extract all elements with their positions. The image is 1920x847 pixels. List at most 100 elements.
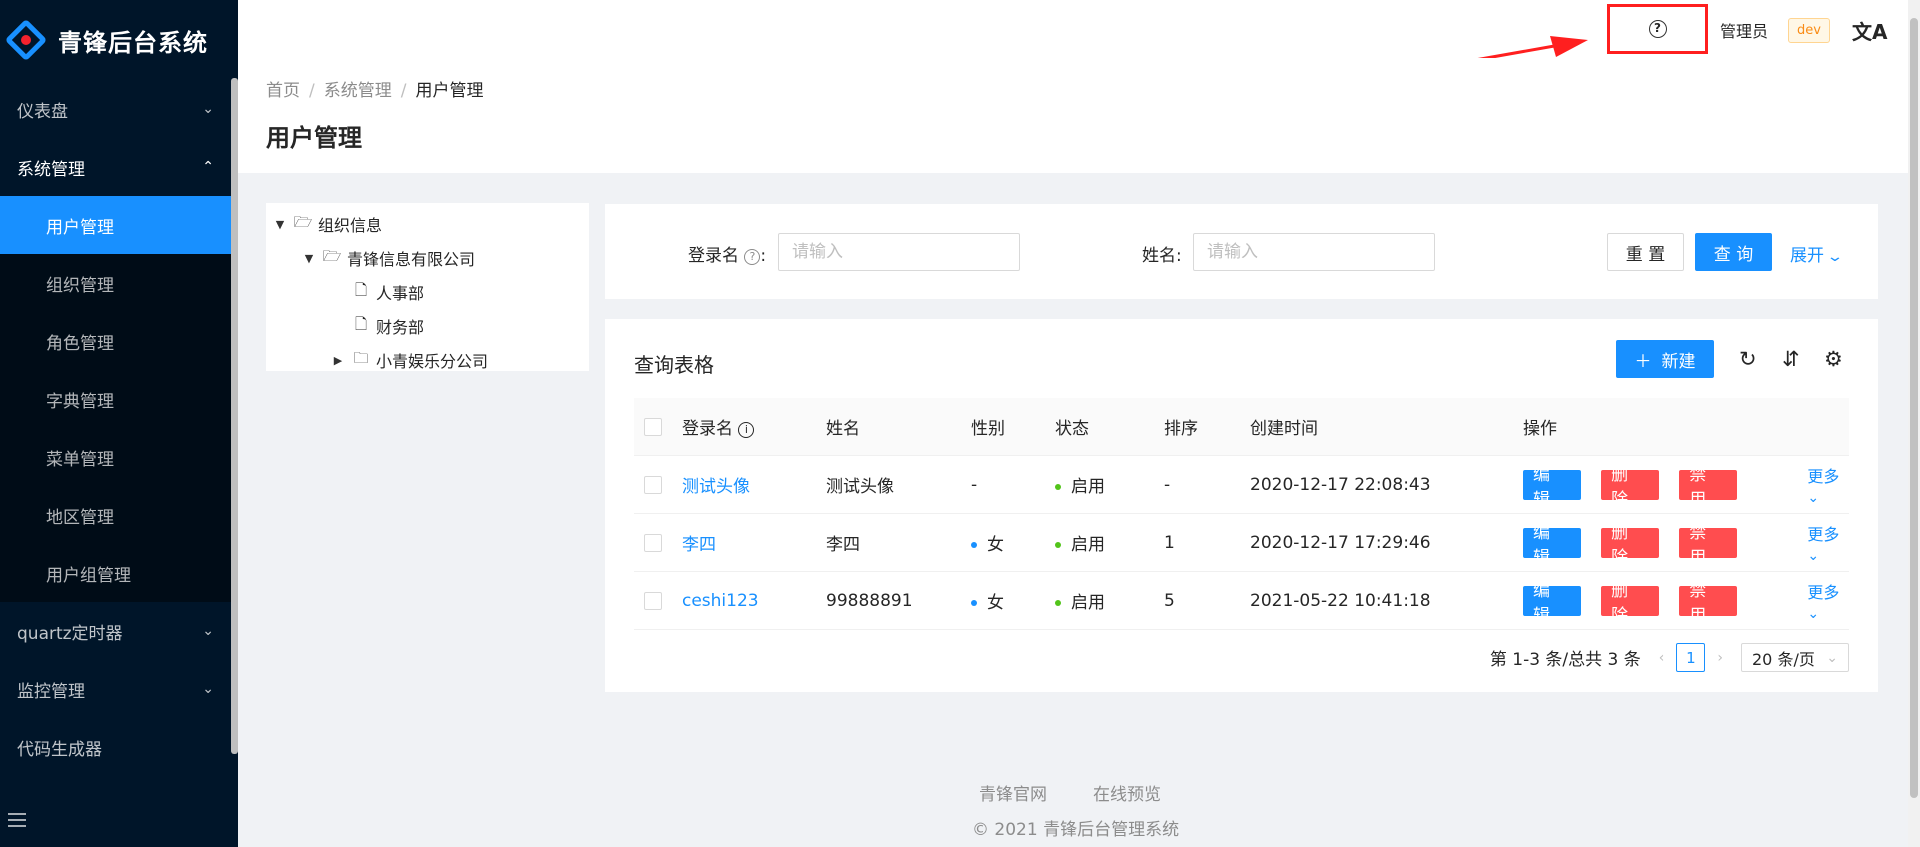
delete-button[interactable]: 删除	[1601, 523, 1660, 568]
logo[interactable]: 青锋后台系统	[0, 0, 238, 80]
row-name: 测试头像	[826, 477, 894, 497]
page-size-select[interactable]: 20 条/页 ⌄	[1741, 643, 1849, 672]
breadcrumb-current: 用户管理	[415, 81, 484, 101]
sidebar-item-roles[interactable]: 角色管理	[0, 312, 238, 370]
sidebar-item-regions[interactable]: 地区管理	[0, 486, 238, 544]
copyright: © 2021 青锋后台管理系统	[972, 820, 1180, 840]
row-login-link[interactable]: 李四	[682, 530, 826, 555]
sidebar-item-orgs[interactable]: 组织管理	[0, 254, 238, 312]
translate-icon[interactable]: 文A	[1852, 16, 1887, 45]
pagination-summary: 第 1-3 条/总共 3 条	[1489, 650, 1641, 670]
chevron-down-icon: ⌄	[202, 681, 214, 697]
row-status: 启用	[1055, 472, 1164, 497]
logo-icon	[4, 18, 48, 62]
row-login-link[interactable]: 测试头像	[682, 472, 826, 497]
edit-button[interactable]: 编辑	[1523, 465, 1582, 510]
folder-open-icon: 🗁	[322, 246, 342, 265]
footer-link-site[interactable]: 青锋官网	[979, 785, 1047, 805]
tree-node-branch[interactable]: ▶ 🗀 小青娱乐分公司	[266, 343, 589, 377]
disable-button[interactable]: 禁用	[1679, 581, 1738, 626]
row-login-link[interactable]: ceshi123	[682, 591, 826, 611]
help-button[interactable]: ?	[1607, 4, 1708, 54]
expand-link[interactable]: 展开 ⌄	[1790, 241, 1845, 266]
login-input[interactable]	[778, 233, 1020, 271]
row-time: 2020-12-17 17:29:46	[1250, 532, 1431, 553]
chevron-down-icon: ⌄	[1807, 490, 1820, 506]
sidebar-item-dicts[interactable]: 字典管理	[0, 370, 238, 428]
info-circle-icon[interactable]: i	[738, 422, 755, 438]
sidebar-item-usergroups[interactable]: 用户组管理	[0, 544, 238, 602]
row-name: 99888891	[826, 590, 913, 611]
delete-button[interactable]: 删除	[1601, 581, 1660, 626]
edit-button[interactable]: 编辑	[1523, 523, 1582, 568]
disable-button[interactable]: 禁用	[1679, 523, 1738, 568]
new-button[interactable]: ＋新建	[1616, 340, 1714, 378]
menu-collapse-icon[interactable]	[8, 813, 26, 829]
prev-page-icon[interactable]: ‹	[1659, 650, 1665, 666]
pagination: 第 1-3 条/总共 3 条 ‹ 1 › 20 条/页 ⌄	[1490, 643, 1849, 672]
row-gender: 女	[971, 588, 1055, 613]
tree-node-hr[interactable]: 🗋 人事部	[266, 275, 589, 309]
col-login: 登录名 i	[682, 414, 826, 439]
table-title: 查询表格	[634, 353, 714, 377]
sidebar-item-codegen[interactable]: 代码生成器	[0, 718, 238, 776]
caret-down-icon[interactable]: ▼	[268, 218, 292, 231]
more-dropdown[interactable]: 更多⌄	[1807, 521, 1849, 564]
page-header: 首页 / 系统管理 / 用户管理 用户管理	[238, 58, 1908, 173]
reload-icon[interactable]: ↻	[1739, 347, 1757, 371]
caret-down-icon[interactable]: ▼	[297, 252, 321, 265]
sidebar-item-label: 代码生成器	[17, 739, 102, 760]
select-all-checkbox[interactable]	[644, 417, 662, 436]
sidebar: 青锋后台系统 仪表盘 ⌄ 系统管理 ⌃ 用户管理 组织管理 角色管理 字典管理 …	[0, 0, 238, 847]
tree-node-root[interactable]: ▼ 🗁 组织信息	[266, 207, 589, 241]
page-number[interactable]: 1	[1676, 643, 1706, 672]
query-button[interactable]: 查 询	[1695, 233, 1772, 271]
row-checkbox[interactable]	[644, 591, 662, 610]
folder-open-icon: 🗁	[293, 212, 313, 231]
sidebar-item-system[interactable]: 系统管理 ⌃	[0, 138, 238, 196]
row-checkbox[interactable]	[644, 475, 662, 494]
disable-button[interactable]: 禁用	[1679, 465, 1738, 510]
page-scrollbar[interactable]	[1908, 0, 1920, 847]
setting-icon[interactable]: ⚙	[1824, 347, 1843, 371]
tree-node-finance[interactable]: 🗋 财务部	[266, 309, 589, 343]
col-time: 创建时间	[1250, 419, 1318, 439]
delete-button[interactable]: 删除	[1601, 465, 1660, 510]
row-ops: 编辑 删除 禁用 更多⌄	[1523, 521, 1849, 568]
chevron-down-icon: ⌄	[1826, 249, 1845, 265]
row-ops: 编辑 删除 禁用 更多⌄	[1523, 579, 1849, 626]
sidebar-item-monitor[interactable]: 监控管理 ⌄	[0, 660, 238, 718]
login-label: 登录名 ?:	[688, 246, 767, 266]
footer-link-preview[interactable]: 在线预览	[1093, 785, 1161, 805]
next-page-icon[interactable]: ›	[1717, 650, 1723, 666]
table-row: 李四 李四 女 启用 1 2020-12-17 17:29:46 编辑 删除 禁…	[634, 514, 1849, 572]
sidebar-item-users[interactable]: 用户管理	[0, 196, 238, 254]
more-dropdown[interactable]: 更多⌄	[1807, 463, 1849, 506]
tree-node-company[interactable]: ▼ 🗁 青锋信息有限公司	[266, 241, 589, 275]
sidebar-item-dashboard[interactable]: 仪表盘 ⌄	[0, 80, 238, 138]
table-header-row: 登录名 i 姓名 性别 状态 排序 创建时间 操作	[634, 398, 1849, 456]
gender-dot-icon	[971, 542, 977, 548]
chevron-down-icon: ⌄	[202, 623, 214, 639]
caret-right-icon[interactable]: ▶	[326, 354, 350, 367]
question-circle-icon[interactable]: ?	[744, 249, 761, 265]
user-table: 登录名 i 姓名 性别 状态 排序 创建时间 操作 测试头像 测试头像 - 启用…	[634, 398, 1849, 630]
sidebar-scrollbar[interactable]	[231, 78, 238, 754]
sidebar-item-menus[interactable]: 菜单管理	[0, 428, 238, 486]
search-form: 登录名 ?: 姓名: 重 置 查 询 展开 ⌄	[605, 204, 1878, 299]
col-name: 姓名	[826, 419, 860, 439]
reset-button[interactable]: 重 置	[1607, 233, 1684, 271]
edit-button[interactable]: 编辑	[1523, 581, 1582, 626]
more-dropdown[interactable]: 更多⌄	[1807, 579, 1849, 622]
col-order: 排序	[1164, 419, 1198, 439]
sidebar-item-quartz[interactable]: quartz定时器 ⌄	[0, 602, 238, 660]
name-input[interactable]	[1193, 233, 1435, 271]
table-row: ceshi123 99888891 女 启用 5 2021-05-22 10:4…	[634, 572, 1849, 630]
admin-username[interactable]: 管理员	[1720, 18, 1768, 42]
sidebar-item-label: 监控管理	[17, 681, 85, 702]
density-icon[interactable]: ⇵	[1782, 347, 1800, 371]
breadcrumb-home[interactable]: 首页	[266, 81, 300, 101]
query-table-card: 查询表格 ＋新建 ↻ ⇵ ⚙ 登录名 i 姓名 性别 状态 排序 创建时间 操作…	[605, 319, 1878, 692]
breadcrumb-parent[interactable]: 系统管理	[324, 81, 392, 101]
row-checkbox[interactable]	[644, 533, 662, 552]
